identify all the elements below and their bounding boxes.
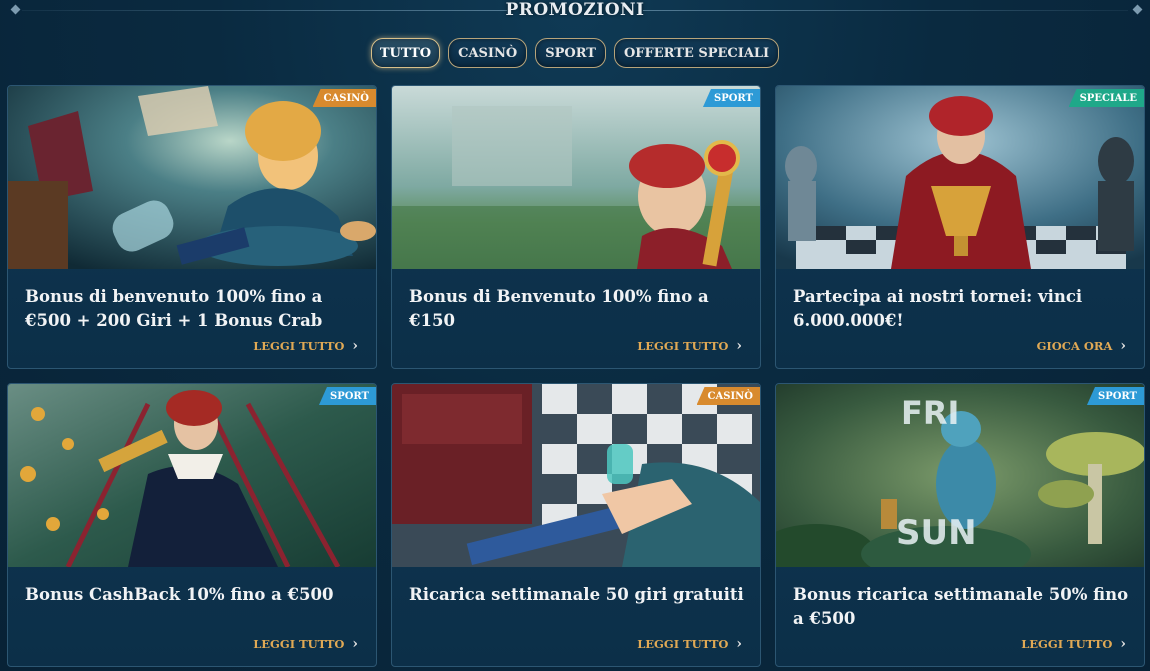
cta-label: LEGGI TUTTO (637, 339, 729, 353)
category-badge: SPORT (1086, 387, 1144, 405)
promo-image (392, 384, 760, 567)
tab-offerte-speciali[interactable]: OFFERTE SPECIALI (613, 38, 780, 68)
tab-tutto[interactable]: TUTTO (370, 38, 441, 68)
promo-card[interactable]: CASINÒ Ricarica settimanale 50 giri grat… (391, 383, 761, 667)
promo-title: Ricarica settimanale 50 giri gratuiti (409, 585, 744, 604)
tab-sport[interactable]: SPORT (535, 38, 606, 68)
play-now-link[interactable]: GIOCA ORA › (1037, 338, 1126, 354)
category-badge: SPORT (318, 387, 376, 405)
tab-casino[interactable]: CASINÒ (448, 38, 528, 68)
category-tabs: TUTTO CASINÒ SPORT OFFERTE SPECIALI (0, 38, 1150, 68)
read-more-link[interactable]: LEGGI TUTTO › (253, 636, 358, 652)
cta-label: LEGGI TUTTO (1021, 637, 1113, 651)
cta-label: LEGGI TUTTO (253, 339, 345, 353)
cta-label: LEGGI TUTTO (637, 637, 729, 651)
category-badge: CASINÒ (696, 387, 760, 405)
chevron-right-icon: › (736, 338, 742, 354)
promo-title: Partecipa ai nostri tornei: vinci 6.000.… (793, 287, 1083, 330)
chevron-right-icon: › (352, 338, 358, 354)
promo-title: Bonus ricarica settimanale 50% fino a €5… (793, 585, 1129, 628)
chevron-right-icon: › (352, 636, 358, 652)
promo-image: FRI SUN (776, 384, 1144, 567)
promo-image (392, 86, 760, 269)
promo-title: Bonus di benvenuto 100% fino a €500 + 20… (25, 287, 323, 330)
chevron-right-icon: › (1120, 338, 1126, 354)
promo-card[interactable]: CASINÒ Bonus di benvenuto 100% fino a €5… (7, 85, 377, 369)
cta-label: GIOCA ORA (1036, 339, 1113, 353)
read-more-link[interactable]: LEGGI TUTTO › (1021, 636, 1126, 652)
chevron-right-icon: › (736, 636, 742, 652)
read-more-link[interactable]: LEGGI TUTTO › (637, 636, 742, 652)
promo-card[interactable]: SPORT Bonus CashBack 10% fino a €500 LEG… (7, 383, 377, 667)
promo-title: Bonus CashBack 10% fino a €500 (25, 585, 334, 604)
category-badge: CASINÒ (312, 89, 376, 107)
promo-card[interactable]: SPECIALE Partecipa ai nostri tornei: vin… (775, 85, 1145, 369)
promo-image (8, 384, 376, 567)
chevron-right-icon: › (1120, 636, 1126, 652)
svg-text:SUN: SUN (896, 513, 977, 553)
category-badge: SPORT (702, 89, 760, 107)
read-more-link[interactable]: LEGGI TUTTO › (253, 338, 358, 354)
cta-label: LEGGI TUTTO (253, 637, 345, 651)
page-header: PROMOZIONI (0, 0, 1150, 26)
promo-image (776, 86, 1144, 269)
read-more-link[interactable]: LEGGI TUTTO › (637, 338, 742, 354)
promo-title: Bonus di Benvenuto 100% fino a €150 (409, 287, 709, 330)
category-badge: SPECIALE (1068, 89, 1144, 107)
divider-line (643, 10, 1128, 11)
promo-card[interactable]: FRI SUN SPORT Bonus ricarica settimanale… (775, 383, 1145, 667)
promo-image (8, 86, 376, 269)
promo-card[interactable]: SPORT Bonus di Benvenuto 100% fino a €15… (391, 85, 761, 369)
svg-text:FRI: FRI (901, 394, 959, 432)
